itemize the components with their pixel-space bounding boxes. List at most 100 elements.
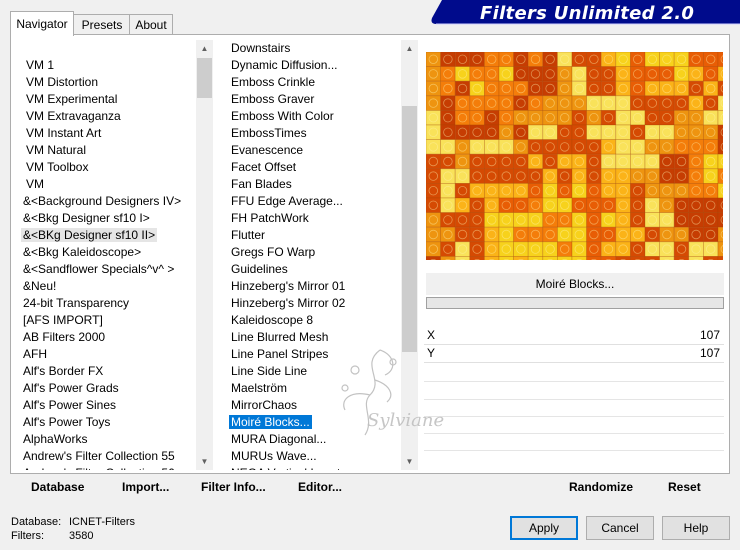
category-label: VM Natural [26, 143, 87, 157]
filter-label: Line Side Line [231, 364, 308, 378]
category-item[interactable]: VM 1 [20, 57, 195, 74]
category-label: &<Bkg Kaleidoscope> [23, 245, 142, 259]
param-label: Y [427, 346, 436, 360]
category-item[interactable]: VM Toolbox [20, 159, 195, 176]
category-list[interactable]: VM 1 VM Distortion VM Experimental VM Extra… [20, 40, 195, 470]
filter-item[interactable]: Emboss With Color [227, 108, 402, 125]
filter-item[interactable]: Emboss Crinkle [227, 74, 402, 91]
category-item[interactable]: Alf's Border FX [20, 363, 195, 380]
scroll-down-icon[interactable]: ▼ [401, 453, 418, 470]
filter-item[interactable]: MirrorChaos [227, 397, 402, 414]
filter-item[interactable]: Kaleidoscope 8 [227, 312, 402, 329]
filter-item[interactable]: Gregs FO Warp [227, 244, 402, 261]
filter-label: FH PatchWork [231, 211, 309, 225]
apply-button[interactable]: Apply [510, 516, 578, 540]
filter-item[interactable]: NEGA Vertical Inverter... [227, 465, 402, 470]
filter-item[interactable]: Evanescence [227, 142, 402, 159]
category-label: VM Extravaganza [26, 109, 121, 123]
filter-item[interactable]: Maelström [227, 380, 402, 397]
category-item[interactable]: VM Instant Art [20, 125, 195, 142]
filter-label: MURUs Wave... [231, 449, 317, 463]
filter-item[interactable]: Dynamic Diffusion... [227, 57, 402, 74]
category-item[interactable]: AlphaWorks [20, 431, 195, 448]
tab-presets[interactable]: Presets [73, 14, 131, 35]
filter-item[interactable]: Hinzeberg's Mirror 02 [227, 295, 402, 312]
param-row-x[interactable]: X 107 [424, 327, 724, 345]
filter-scrollbar[interactable]: ▲ ▼ [401, 40, 418, 470]
filter-item[interactable]: Facet Offset [227, 159, 402, 176]
category-item[interactable]: VM Experimental [20, 91, 195, 108]
filter-item[interactable]: Moiré Blocks... [227, 414, 402, 431]
help-button[interactable]: Help [662, 516, 730, 540]
scrollbar-thumb[interactable] [402, 106, 417, 352]
cancel-button[interactable]: Cancel [586, 516, 654, 540]
filter-item[interactable]: Fan Blades [227, 176, 402, 193]
editor-button[interactable]: Editor... [298, 480, 342, 494]
scrollbar-thumb[interactable] [197, 58, 212, 98]
category-label: &<Bkg Designer sf10 I> [23, 211, 150, 225]
filter-item[interactable]: Line Blurred Mesh [227, 329, 402, 346]
category-item[interactable]: Alf's Power Toys [20, 414, 195, 431]
filter-item[interactable]: Hinzeberg's Mirror 01 [227, 278, 402, 295]
category-label: VM Instant Art [26, 126, 102, 140]
randomize-button[interactable]: Randomize [569, 480, 633, 494]
preview-image [426, 52, 723, 260]
category-item[interactable]: &Neu! [20, 278, 195, 295]
filter-item[interactable]: Guidelines [227, 261, 402, 278]
filter-item[interactable]: FFU Edge Average... [227, 193, 402, 210]
category-item[interactable]: [AFS IMPORT] [20, 312, 195, 329]
category-label: &<Background Designers IV> [23, 194, 182, 208]
filter-item[interactable]: Downstairs [227, 40, 402, 57]
filters-label: Filters: [11, 530, 44, 542]
category-item[interactable]: &<Sandflower Specials^v^ > [20, 261, 195, 278]
category-item[interactable]: VM Natural [20, 142, 195, 159]
filter-list[interactable]: Downstairs Dynamic Diffusion... Emboss Cri… [227, 40, 402, 470]
scroll-up-icon[interactable]: ▲ [401, 40, 418, 57]
database-value: ICNET-Filters [69, 516, 135, 528]
category-item[interactable]: VM [20, 176, 195, 193]
category-item[interactable]: Andrew's Filter Collection 56 [20, 465, 195, 470]
filter-item[interactable]: FH PatchWork [227, 210, 402, 227]
filter-item[interactable]: Flutter [227, 227, 402, 244]
category-label: Alf's Power Sines [23, 398, 116, 412]
filter-info-button[interactable]: Filter Info... [201, 480, 266, 494]
category-label: VM Distortion [26, 75, 99, 89]
category-item[interactable]: &<Bkg Kaleidoscope> [20, 244, 195, 261]
category-item[interactable]: Alf's Power Sines [20, 397, 195, 414]
filter-item[interactable]: EmbossTimes [227, 125, 402, 142]
filter-item[interactable]: Emboss Graver [227, 91, 402, 108]
database-button[interactable]: Database [31, 480, 84, 494]
filter-label: Evanescence [231, 143, 304, 157]
param-divider [424, 381, 724, 382]
filter-label: Emboss Crinkle [231, 75, 316, 89]
filter-label: Dynamic Diffusion... [231, 58, 338, 72]
category-item[interactable]: &<BKg Designer sf10 II> [20, 227, 195, 244]
filter-item[interactable]: MURA Diagonal... [227, 431, 402, 448]
filter-label: Emboss Graver [231, 92, 315, 106]
category-item[interactable]: Andrew's Filter Collection 55 [20, 448, 195, 465]
category-item[interactable]: &<Background Designers IV> [20, 193, 195, 210]
tab-about[interactable]: About [129, 14, 173, 35]
category-scrollbar[interactable]: ▲ ▼ [196, 40, 213, 470]
filter-item[interactable]: MURUs Wave... [227, 448, 402, 465]
filter-item[interactable]: Line Side Line [227, 363, 402, 380]
reset-button[interactable]: Reset [668, 480, 701, 494]
category-item[interactable]: Alf's Power Grads [20, 380, 195, 397]
filter-label: Hinzeberg's Mirror 01 [231, 279, 346, 293]
category-item[interactable]: VM Extravaganza [20, 108, 195, 125]
import-button[interactable]: Import... [122, 480, 169, 494]
filter-name-label: Moiré Blocks... [426, 273, 724, 295]
category-item[interactable]: &<Bkg Designer sf10 I> [20, 210, 195, 227]
category-label: 24-bit Transparency [23, 296, 130, 310]
param-row-y[interactable]: Y 107 [424, 345, 724, 363]
category-item[interactable]: 24-bit Transparency [20, 295, 195, 312]
category-label: VM Experimental [26, 92, 118, 106]
scroll-up-icon[interactable]: ▲ [196, 40, 213, 57]
category-item[interactable]: AB Filters 2000 [20, 329, 195, 346]
scroll-down-icon[interactable]: ▼ [196, 453, 213, 470]
tab-navigator[interactable]: Navigator [10, 11, 74, 36]
category-item[interactable]: AFH [20, 346, 195, 363]
category-item[interactable]: VM Distortion [20, 74, 195, 91]
filter-item[interactable]: Line Panel Stripes [227, 346, 402, 363]
param-value: 107 [699, 346, 720, 360]
